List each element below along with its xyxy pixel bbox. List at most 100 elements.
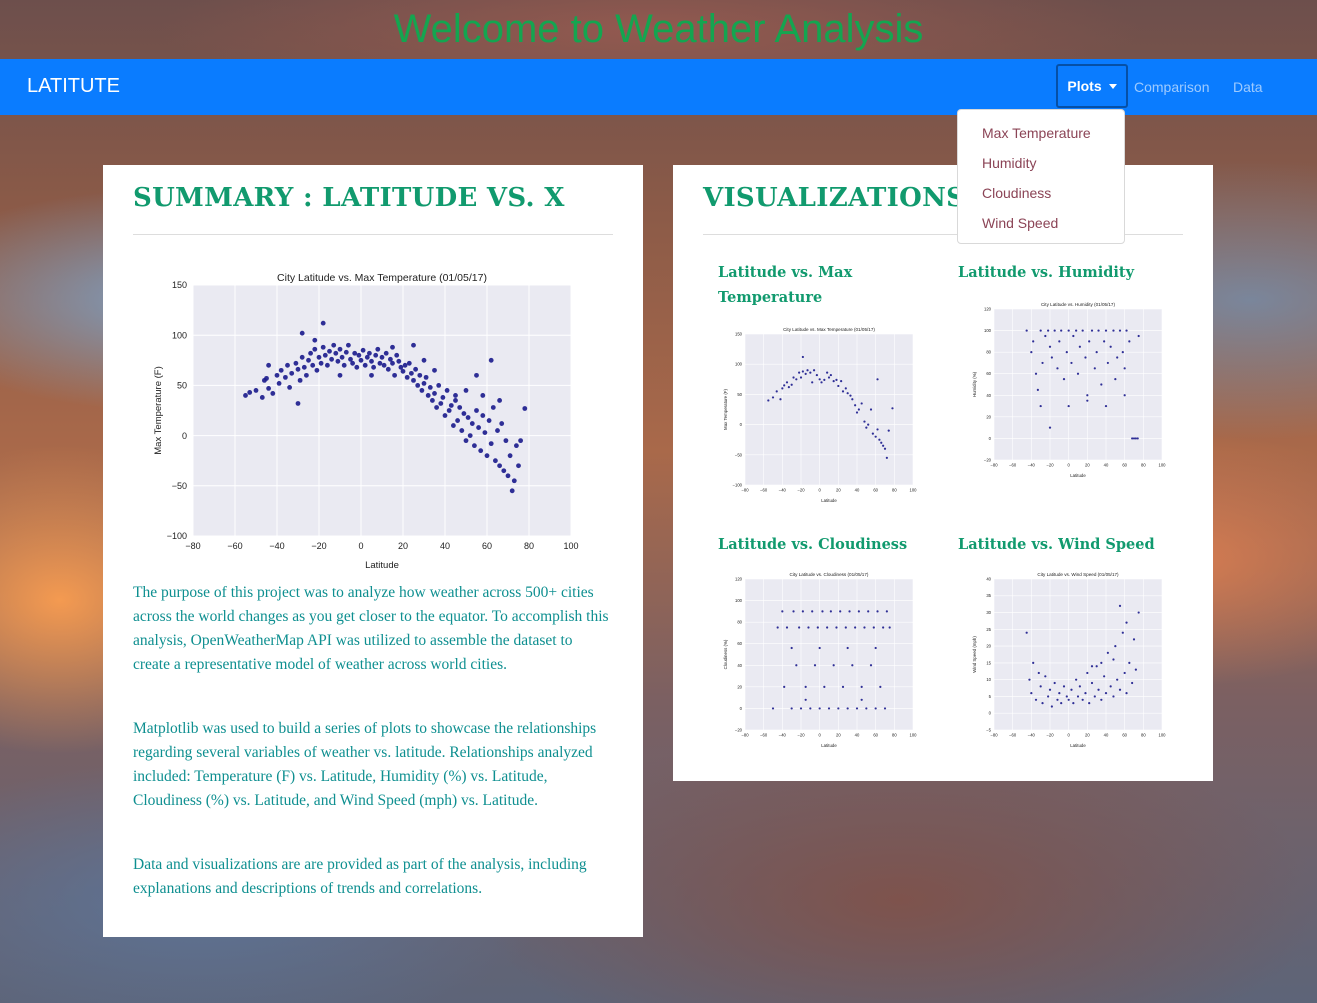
- data-point: [369, 372, 374, 378]
- data-point: [1112, 329, 1115, 332]
- data-point: [790, 646, 793, 650]
- data-point: [432, 367, 437, 373]
- x-tick-label: −20: [797, 487, 805, 492]
- data-point: [767, 399, 770, 402]
- data-point: [1104, 691, 1108, 695]
- data-point: [312, 346, 318, 352]
- data-point: [1050, 705, 1053, 708]
- nav-link-data[interactable]: Data: [1233, 79, 1263, 95]
- data-point: [783, 384, 786, 387]
- data-point: [1076, 372, 1080, 375]
- thumb-max-temperature-chart[interactable]: −80 −60 −40 −20 0 20 40 60 80 100 −100 −50 0 50 100 150…: [721, 320, 921, 505]
- x-tick-label: −40: [779, 732, 787, 737]
- data-point: [871, 432, 874, 435]
- dropdown-item-humidity[interactable]: Humidity: [958, 148, 1124, 178]
- data-point: [318, 360, 324, 366]
- data-point: [1093, 367, 1096, 370]
- data-point: [818, 646, 821, 650]
- x-tick-label: 60: [482, 541, 492, 551]
- data-point: [821, 610, 824, 613]
- data-point: [839, 610, 842, 613]
- data-point: [1067, 698, 1070, 701]
- x-tick-label: 100: [1159, 462, 1167, 467]
- dropdown-item-cloudiness[interactable]: Cloudiness: [958, 178, 1124, 208]
- data-point: [874, 435, 877, 438]
- data-point: [879, 685, 882, 688]
- data-point: [865, 707, 868, 710]
- data-point: [876, 378, 879, 381]
- caption-max-temperature: Latitude vs. Max Temperature: [718, 264, 853, 306]
- data-point: [1128, 340, 1131, 343]
- plots-dropdown-toggle[interactable]: Plots: [1056, 64, 1128, 108]
- dropdown-item-wind-speed[interactable]: Wind Speed: [958, 208, 1124, 238]
- data-point: [369, 358, 374, 364]
- x-tick-label: −60: [227, 541, 242, 551]
- data-point: [1060, 702, 1063, 705]
- data-point: [801, 610, 804, 613]
- data-point: [1062, 685, 1066, 688]
- thumb-wind-speed-chart[interactable]: −80 −60 −40 −20 0 20 40 60 80 100 −5 0 5 10 15 20 25 30 35…: [970, 565, 1170, 750]
- x-tick-label: 80: [1141, 732, 1146, 737]
- plot-area: [745, 334, 913, 485]
- summary-paragraph-2: Matplotlib was used to build a series of…: [133, 720, 597, 809]
- navbar: LATITUTE Plots Comparison Data: [0, 59, 1317, 115]
- x-tick-label: −60: [1009, 462, 1017, 467]
- data-point: [863, 420, 866, 423]
- x-tick-label: 60: [873, 732, 878, 737]
- data-point: [404, 374, 410, 380]
- data-point: [1028, 678, 1031, 681]
- x-tick-label: −60: [760, 732, 768, 737]
- data-point: [1078, 345, 1081, 348]
- data-point: [1075, 678, 1078, 681]
- x-tick-label: −40: [779, 487, 787, 492]
- data-point: [883, 447, 887, 450]
- data-point: [1084, 356, 1087, 359]
- y-tick-label: 40: [986, 393, 991, 398]
- data-point: [1095, 665, 1098, 668]
- data-point: [1103, 675, 1106, 678]
- thumb-cloudiness-chart[interactable]: −80 −60 −40 −20 0 20 40 60 80 100 −20 0 20 40 60 80 100 1…: [721, 565, 921, 750]
- dropdown-item-max-temperature[interactable]: Max Temperature: [958, 118, 1124, 148]
- data-point: [432, 391, 437, 396]
- x-tick-label: 100: [910, 732, 918, 737]
- data-point: [478, 448, 484, 454]
- data-point: [826, 371, 829, 374]
- data-point: [423, 374, 429, 380]
- x-tick-label: 20: [1085, 732, 1090, 737]
- data-point: [507, 453, 513, 459]
- x-tick-label: 100: [563, 541, 578, 551]
- y-tick-label: 80: [737, 620, 742, 625]
- x-tick-label: 40: [1104, 462, 1109, 467]
- max-temperature-chart[interactable]: −80 −60 −40 −20 0 20 40 60 80 100 −100 −50 0 50 100 150…: [151, 267, 581, 572]
- nav-link-comparison[interactable]: Comparison: [1134, 79, 1209, 95]
- x-tick-label: 0: [1067, 462, 1070, 467]
- data-point: [872, 626, 875, 629]
- data-point: [1097, 329, 1100, 332]
- summary-paragraph-1: The purpose of this project was to analy…: [133, 584, 609, 673]
- y-tick-label: 80: [986, 350, 991, 355]
- y-tick-label: −20: [735, 727, 743, 732]
- plot-area: [994, 309, 1162, 460]
- data-point: [350, 360, 355, 366]
- data-point: [776, 626, 779, 629]
- data-point: [801, 355, 804, 359]
- data-point: [1034, 372, 1038, 375]
- data-point: [846, 707, 849, 710]
- data-point: [316, 354, 322, 360]
- y-tick-label: 20: [737, 684, 742, 689]
- data-point: [1100, 383, 1103, 386]
- data-point: [795, 378, 798, 381]
- data-point: [411, 342, 416, 348]
- data-point: [383, 350, 389, 356]
- y-tick-label: 120: [984, 306, 992, 311]
- data-point: [1053, 329, 1056, 332]
- data-point: [341, 362, 347, 368]
- navbar-brand[interactable]: LATITUTE: [27, 75, 120, 98]
- data-point: [854, 626, 857, 629]
- data-point: [493, 458, 498, 464]
- plots-label: Plots: [1067, 78, 1102, 94]
- x-tick-label: 60: [1122, 732, 1127, 737]
- data-point: [264, 375, 269, 381]
- thumb-humidity-chart[interactable]: −80 −60 −40 −20 0 20 40 60 80 100 −20 0 20 40 60 80 100 1…: [970, 295, 1170, 480]
- data-point: [1084, 691, 1087, 695]
